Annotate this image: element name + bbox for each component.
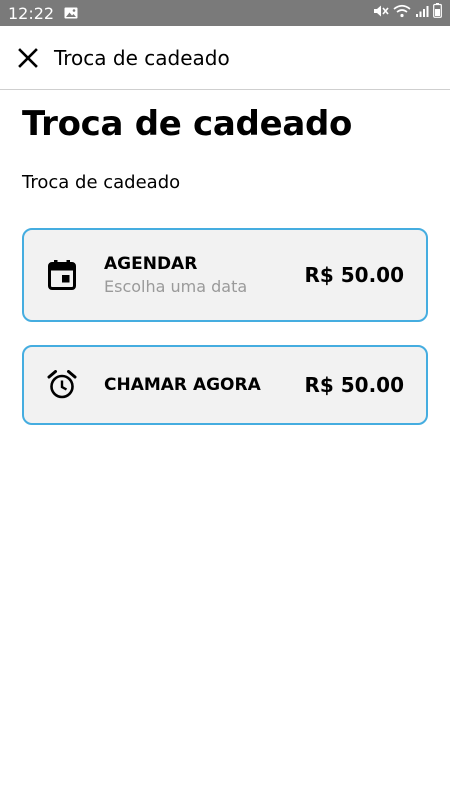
page-title: Troca de cadeado: [22, 104, 353, 144]
mute-icon: [373, 4, 389, 23]
close-icon: [18, 47, 38, 68]
call-now-option-label: CHAMAR AGORA: [104, 375, 261, 395]
schedule-option-price: R$ 50.00: [304, 263, 404, 287]
calendar-icon: [20, 260, 104, 290]
status-bar: 12:22: [0, 0, 450, 26]
battery-icon: [433, 3, 442, 23]
alarm-clock-icon: [20, 370, 104, 400]
schedule-option-label: AGENDAR: [104, 254, 198, 274]
call-now-option-card[interactable]: CHAMAR AGORA R$ 50.00: [22, 345, 428, 425]
schedule-option-card[interactable]: AGENDAR Escolha uma data R$ 50.00: [22, 228, 428, 322]
status-time: 12:22: [8, 3, 55, 23]
service-subtitle: Troca de cadeado: [22, 172, 181, 193]
schedule-option-text: AGENDAR Escolha uma data: [104, 254, 247, 296]
schedule-option-sublabel: Escolha uma data: [104, 277, 248, 296]
app-bar-title: Troca de cadeado: [54, 45, 230, 70]
gallery-icon: [64, 7, 78, 19]
close-button[interactable]: [0, 26, 56, 90]
status-icons: [373, 3, 442, 23]
signal-icon: [415, 4, 429, 23]
wifi-icon: [393, 4, 411, 23]
call-now-option-text: CHAMAR AGORA: [104, 375, 261, 395]
call-now-option-price: R$ 50.00: [304, 373, 404, 397]
app-bar: Troca de cadeado: [0, 26, 450, 90]
